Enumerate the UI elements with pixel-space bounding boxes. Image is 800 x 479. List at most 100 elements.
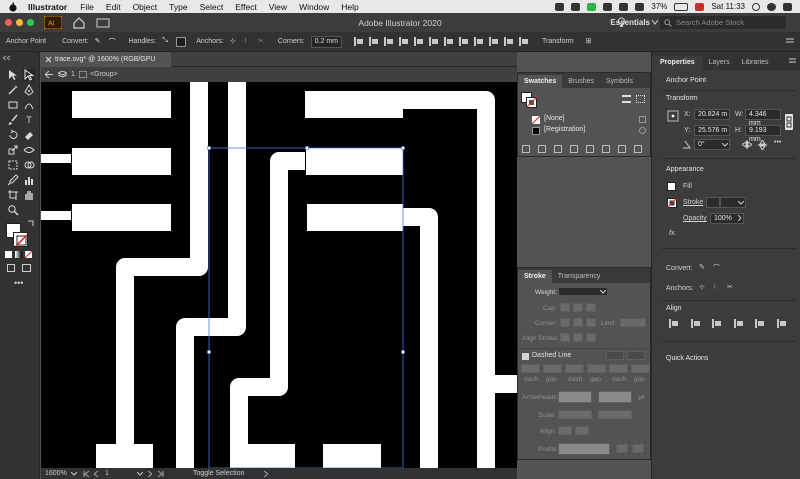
flip-along-button[interactable] [616,444,628,453]
close-window-button[interactable] [5,19,12,26]
volume-icon[interactable] [635,2,645,11]
distribute-4-icon[interactable] [489,37,499,46]
type-tool-icon[interactable]: T [23,114,35,126]
last-artboard-icon[interactable] [157,471,164,477]
distribute-1-icon[interactable] [444,37,454,46]
breadcrumb-group[interactable]: <Group> [90,67,118,82]
swatch-stroke-preview[interactable] [526,97,537,108]
rectangle-tool-icon[interactable] [7,99,19,111]
flip-across-button[interactable] [632,444,644,453]
menu-select[interactable]: Select [200,2,224,12]
paintbrush-tool-icon[interactable] [7,114,19,126]
connect-anchors-button[interactable]: ⌇ [244,37,254,47]
opacity-link[interactable]: Opacity [683,215,707,222]
menu-effect[interactable]: Effect [235,2,257,12]
remove-anchor-button[interactable]: ⊹ [230,37,240,47]
tab-brushes[interactable]: Brushes [562,75,600,88]
artboard-canvas[interactable] [41,82,517,468]
artboard-number-field[interactable]: 1 [105,468,109,479]
document-tab[interactable]: trace.svg* @ 1600% (RGB/GPU Preview) [41,52,171,78]
tab-stroke[interactable]: Stroke [518,270,552,283]
first-artboard-icon[interactable] [83,471,90,477]
battery-icon[interactable] [674,2,689,11]
adobe-stock-search-input[interactable]: Search Adobe Stock [660,16,786,29]
fx-effects-button[interactable]: fx. [669,230,676,237]
height-field[interactable]: 9.193 mm [745,125,781,143]
pen-tool-icon[interactable] [23,84,35,96]
menu-edit[interactable]: Edit [106,2,121,12]
remove-anchor-icon[interactable]: ⊹ [699,283,705,291]
zoom-tool-icon[interactable] [7,204,19,216]
dash-field-2[interactable] [565,364,584,373]
width-field[interactable]: 4.346 mm [745,109,781,127]
breadcrumb-layer-number[interactable]: 1 [71,67,75,82]
apple-icon[interactable] [8,2,18,12]
align-right-icon[interactable] [384,37,394,46]
menu-window[interactable]: Window [299,2,329,12]
magic-wand-icon[interactable] [7,84,19,96]
dashed-line-checkbox[interactable] [522,353,529,360]
distribute-3-icon[interactable] [474,37,484,46]
flip-vertical-icon[interactable] [758,140,767,150]
next-artboard-icon[interactable] [147,471,152,477]
start-arrowhead-select[interactable] [558,391,592,403]
distribute-6-icon[interactable] [519,37,529,46]
folder-icon[interactable] [602,145,610,153]
flip-horizontal-icon[interactable] [742,140,752,149]
rotate-tool-icon[interactable] [7,129,19,141]
round-join-button[interactable] [573,318,583,327]
show-kinds-icon[interactable] [538,145,546,153]
butt-cap-button[interactable] [560,303,570,312]
shape-builder-icon[interactable] [23,159,35,171]
x-position-field[interactable]: 20.824 m [694,109,730,120]
gap-field-2[interactable] [587,364,606,373]
new-color-group-icon[interactable] [586,145,594,153]
props-align-center-icon[interactable] [690,319,699,328]
screen-mode-icon[interactable] [22,264,31,272]
constrain-proportions-icon[interactable] [785,114,793,130]
align-stroke-inside-button[interactable] [573,333,583,342]
prev-artboard-icon[interactable] [94,471,99,477]
preserve-dash-button[interactable] [606,351,624,360]
curvature-tool-icon[interactable] [23,99,35,111]
fill-color-swatch[interactable] [667,182,676,191]
arrow-place-button[interactable] [575,426,589,435]
artboard-tool-icon[interactable] [7,189,19,201]
flag-icon[interactable] [695,2,705,11]
hide-handles-button[interactable] [176,36,187,47]
selection-tool-icon[interactable] [7,69,19,81]
swatch-row-registration[interactable]: [Registration] [532,126,648,136]
menu-object[interactable]: Object [133,2,158,12]
control-bar-menu-icon[interactable] [786,38,794,45]
cut-at-anchor-icon[interactable]: ✂ [727,283,733,291]
cut-path-button[interactable]: ✂ [258,37,268,47]
menubar-clock[interactable]: Sat 11:33 [711,2,745,11]
stroke-options-link[interactable]: Stroke [683,199,703,206]
width-profile-select[interactable] [558,443,610,455]
weight-chevron-down-icon[interactable] [600,290,606,294]
hand-tool-icon[interactable] [23,189,35,201]
wifi-icon[interactable] [619,2,629,11]
cast-icon[interactable] [555,2,565,11]
align-stroke-center-button[interactable] [560,333,570,342]
more-transform-options-icon[interactable]: ••• [774,139,781,146]
distribute-5-icon[interactable] [504,37,514,46]
opacity-chevron-right-icon[interactable] [738,215,742,221]
align-bottom-icon[interactable] [429,37,439,46]
graph-tool-icon[interactable] [23,174,35,186]
convert-to-smooth-icon[interactable]: ⌒ [713,263,720,273]
scale-tool-icon[interactable] [7,144,19,156]
gap-field-1[interactable] [543,364,562,373]
convert-smooth-button[interactable]: ⌒ [109,37,119,47]
angle-chevron-down-icon[interactable] [722,143,728,147]
new-swatch-icon[interactable] [618,145,626,153]
align-left-icon[interactable] [354,37,364,46]
cloud-icon[interactable] [571,2,581,11]
minimize-window-button[interactable] [16,19,23,26]
connect-anchor-icon[interactable]: ⌇ [713,283,716,291]
color-mode-gradient-icon[interactable] [15,251,22,258]
swap-arrowheads-icon[interactable]: ⇄ [638,393,645,402]
props-align-bottom-icon[interactable] [776,319,785,328]
stroke-color-swatch[interactable] [667,198,677,208]
props-align-middle-icon[interactable] [755,319,764,328]
